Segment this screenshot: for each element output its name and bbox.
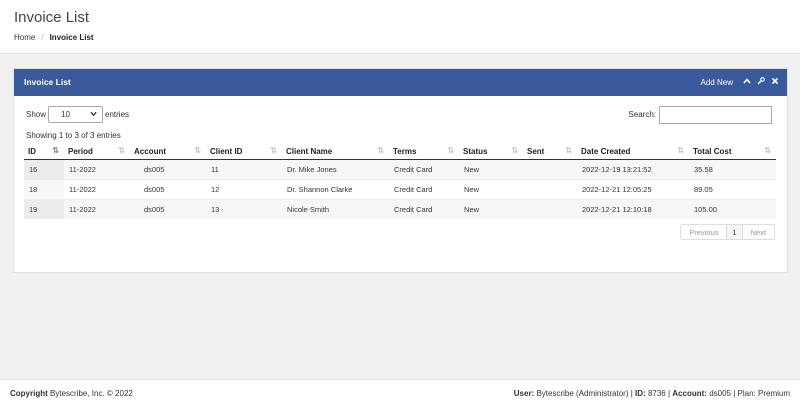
- footer-separator: |: [667, 389, 671, 398]
- sort-asc-icon: ⇅: [52, 146, 59, 155]
- entries-label: entries: [105, 110, 130, 119]
- account-label: Account:: [672, 389, 707, 398]
- column-header-terms[interactable]: Terms ⇅: [389, 144, 459, 160]
- account-value: ds005: [709, 389, 731, 398]
- table-row[interactable]: 16 11-2022 ds005 11 Dr. Mike Jones Credi…: [24, 158, 776, 179]
- footer-separator: |: [733, 389, 736, 398]
- cell-account: ds005: [130, 178, 206, 199]
- length-value: 10: [61, 110, 70, 119]
- cell-total-cost: 89.05: [689, 178, 776, 199]
- sort-icon: ⇅: [377, 146, 384, 155]
- cell-period: 11-2022: [64, 178, 130, 199]
- cell-status: New: [459, 198, 523, 219]
- cell-sent: [523, 198, 577, 219]
- close-icon[interactable]: [771, 77, 779, 87]
- chevron-up-icon[interactable]: [743, 77, 751, 87]
- column-header-period[interactable]: Period ⇅: [64, 144, 130, 160]
- sort-icon: ⇅: [270, 146, 277, 155]
- cell-client-name: Dr. Mike Jones: [282, 158, 389, 179]
- cell-period: 11-2022: [64, 198, 130, 219]
- cell-sent: [523, 178, 577, 199]
- table-row[interactable]: 19 11-2022 ds005 13 Nicole Smith Credit …: [24, 198, 776, 219]
- table-header-row: ID ⇅ Period ⇅ Account ⇅ Client ID ⇅ Client N…: [24, 144, 776, 160]
- wrench-icon[interactable]: [757, 77, 765, 87]
- breadcrumb-home[interactable]: Home: [14, 33, 35, 42]
- table-info: Showing 1 to 3 of 3 entries: [26, 131, 121, 140]
- column-header-sent[interactable]: Sent ⇅: [523, 144, 577, 160]
- add-new-button[interactable]: Add New: [701, 78, 733, 87]
- user-label: User:: [513, 389, 535, 398]
- column-header-client-name[interactable]: Client Name ⇅: [282, 144, 389, 160]
- search-label: Search:: [628, 110, 656, 119]
- show-label: Show: [26, 110, 47, 119]
- user-value: Bytescribe (Administrator): [536, 389, 629, 398]
- breadcrumb-current: Invoice List: [49, 33, 94, 42]
- cell-terms: Credit Card: [389, 198, 459, 219]
- sort-icon: ⇅: [447, 146, 454, 155]
- panel-tools: Add New: [701, 77, 779, 87]
- chevron-down-icon: [90, 110, 97, 119]
- panel-title: Invoice List: [24, 77, 71, 87]
- column-header-status[interactable]: Status ⇅: [459, 144, 523, 160]
- cell-sent: [523, 158, 577, 179]
- cell-date-created: 2022-12-19 13:21:52: [577, 158, 689, 179]
- id-value: 8736: [647, 389, 666, 398]
- column-header-date-created[interactable]: Date Created ⇅: [577, 144, 689, 160]
- cell-terms: Credit Card: [389, 158, 459, 179]
- pagination-next[interactable]: Next: [743, 225, 774, 239]
- column-header-client-id[interactable]: Client ID ⇅: [206, 144, 282, 160]
- cell-account: ds005: [130, 158, 206, 179]
- breadcrumb: Home / Invoice List: [14, 33, 94, 42]
- copyright-label: Copyright: [10, 389, 48, 398]
- copyright-text: Bytescribe, Inc. © 2022: [50, 389, 133, 398]
- cell-client-id: 12: [206, 178, 282, 199]
- pagination: Previous 1 Next: [680, 224, 775, 240]
- cell-total-cost: 35.58: [689, 158, 776, 179]
- page-header: Invoice List Home / Invoice List: [0, 0, 800, 54]
- cell-account: ds005: [130, 198, 206, 219]
- cell-client-id: 13: [206, 198, 282, 219]
- id-label: ID:: [635, 389, 646, 398]
- table-controls: Show 10 entries Search:: [26, 106, 774, 126]
- cell-status: New: [459, 178, 523, 199]
- cell-status: New: [459, 158, 523, 179]
- cell-id: 18: [24, 178, 64, 199]
- cell-period: 11-2022: [64, 158, 130, 179]
- cell-client-id: 11: [206, 158, 282, 179]
- cell-date-created: 2022-12-21 12:10:18: [577, 198, 689, 219]
- column-header-id[interactable]: ID ⇅: [24, 144, 64, 160]
- sort-icon: ⇅: [677, 146, 684, 155]
- plan-text: Plan: Premium: [737, 389, 790, 398]
- footer: Copyright Bytescribe, Inc. © 2022 User: …: [0, 379, 800, 402]
- cell-date-created: 2022-12-21 12:05:25: [577, 178, 689, 199]
- footer-user-info: User: Bytescribe (Administrator) | ID: 8…: [514, 389, 790, 398]
- page-title: Invoice List: [14, 9, 90, 26]
- cell-client-name: Nicole Smith: [282, 198, 389, 219]
- cell-client-name: Dr. Shannon Clarke: [282, 178, 389, 199]
- invoice-panel: Invoice List Add New Show 10 entries Sea…: [13, 68, 788, 273]
- search-input[interactable]: [659, 106, 772, 124]
- column-header-total-cost[interactable]: Total Cost ⇅: [689, 144, 776, 160]
- cell-id: 19: [24, 198, 64, 219]
- breadcrumb-separator: /: [41, 33, 44, 42]
- table-row[interactable]: 18 11-2022 ds005 12 Dr. Shannon Clarke C…: [24, 178, 776, 199]
- footer-copyright: Copyright Bytescribe, Inc. © 2022: [10, 389, 133, 398]
- cell-terms: Credit Card: [389, 178, 459, 199]
- cell-total-cost: 105.00: [689, 198, 776, 219]
- sort-icon: ⇅: [118, 146, 125, 155]
- sort-icon: ⇅: [511, 146, 518, 155]
- sort-icon: ⇅: [565, 146, 572, 155]
- panel-heading: Invoice List Add New: [14, 69, 787, 96]
- column-header-account[interactable]: Account ⇅: [130, 144, 206, 160]
- sort-icon: ⇅: [764, 146, 771, 155]
- invoice-table: ID ⇅ Period ⇅ Account ⇅ Client ID ⇅ Client N…: [24, 144, 776, 219]
- pagination-previous[interactable]: Previous: [681, 225, 728, 239]
- sort-icon: ⇅: [194, 146, 201, 155]
- entries-length-select[interactable]: 10: [48, 106, 103, 123]
- footer-separator: |: [630, 389, 633, 398]
- cell-id: 16: [24, 158, 64, 179]
- pagination-page-1[interactable]: 1: [727, 225, 743, 239]
